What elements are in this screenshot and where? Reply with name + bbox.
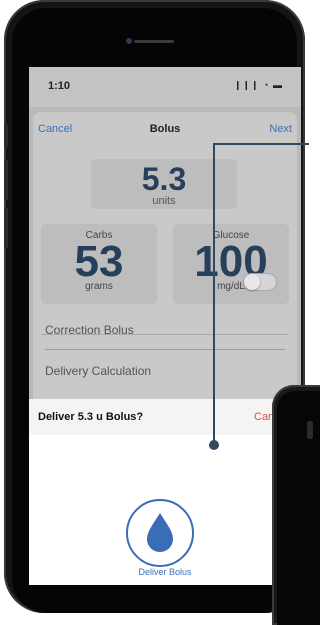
glucose-display[interactable]: Glucose 100 mg/dL (173, 224, 289, 304)
callout-dot (209, 440, 219, 450)
carbs-value: 53 (74, 237, 124, 286)
navigation-bar: Cancel Bolus Next (33, 112, 297, 142)
status-bar: 1:10 ❙❙❙ ◔ ▬ (29, 67, 301, 107)
deliver-bolus-button[interactable] (126, 499, 194, 567)
secondary-phone-frame (272, 385, 320, 625)
callout-line-horizontal (213, 143, 309, 145)
toggle-knob (244, 274, 260, 290)
volume-down-button (4, 208, 8, 248)
confirm-alert-header: Deliver 5.3 u Bolus? Can (29, 399, 301, 436)
mute-switch (4, 123, 8, 148)
confirm-alert-body: Deliver Bolus (29, 435, 301, 585)
secondary-phone-screen (277, 391, 320, 625)
confirm-alert-title: Deliver 5.3 u Bolus? (38, 411, 144, 423)
correction-bolus-toggle[interactable] (243, 273, 277, 291)
front-camera (126, 38, 132, 44)
row-divider-2 (41, 334, 289, 335)
page-title: Bolus (149, 123, 181, 135)
bolus-amount-unit: units (152, 195, 176, 207)
row-divider (45, 349, 285, 350)
carbs-unit: grams (85, 281, 113, 292)
status-indicators: ❙❙❙ ◔ ▬ (233, 80, 283, 90)
bolus-amount-display: 5.3 units (91, 159, 237, 209)
deliver-bolus-label: Deliver Bolus (138, 567, 192, 577)
water-drop-icon (147, 513, 173, 552)
secondary-phone-notch (307, 421, 313, 439)
volume-up-button (4, 160, 8, 200)
bolus-amount-value: 5.3 (141, 161, 187, 197)
callout-line-vertical (213, 143, 215, 444)
status-time: 1:10 (48, 80, 71, 92)
earpiece-speaker (134, 40, 174, 43)
delivery-calculation-row[interactable]: Delivery Calculation (45, 364, 285, 378)
next-button[interactable]: Next (269, 123, 292, 135)
carbs-display[interactable]: Carbs 53 grams (41, 224, 157, 304)
